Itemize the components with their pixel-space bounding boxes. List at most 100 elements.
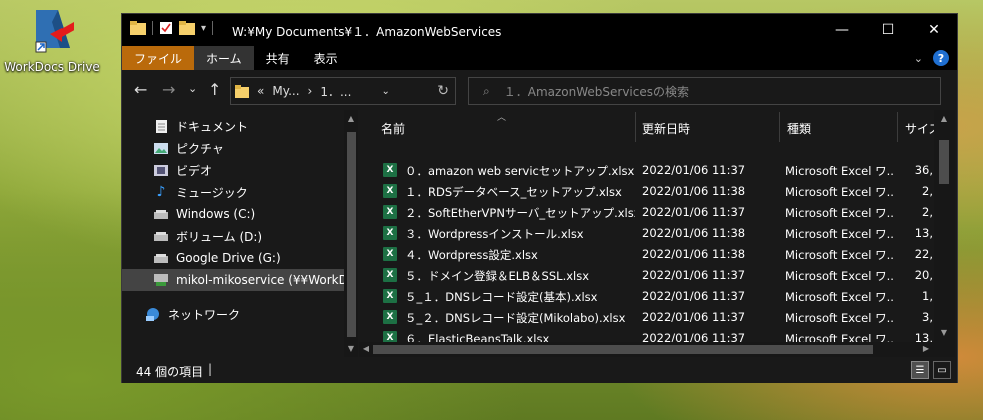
expand-ribbon-icon[interactable]: ⌄	[914, 52, 923, 65]
file-type: Microsoft Excel ワ...	[785, 185, 893, 199]
file-row[interactable]: X ３．Wordpressインストール.xlsx 2022/01/06 11:3…	[359, 223, 957, 244]
file-row[interactable]: X ０．amazon web servicセットアップ.xlsx 2022/01…	[359, 160, 957, 181]
toolbar-divider	[212, 21, 214, 35]
sidebar-item-videos[interactable]: ビデオ	[122, 159, 344, 181]
column-divider[interactable]	[897, 112, 898, 142]
pictures-icon	[154, 141, 168, 155]
file-row[interactable]: X ５_１．DNSレコード設定(基本).xlsx 2022/01/06 11:3…	[359, 286, 957, 307]
document-icon	[154, 119, 168, 133]
address-overflow[interactable]: «	[257, 84, 264, 98]
file-list: 名前 ︿ 更新日時 種類 サイズ X ０．amazon web servicセッ…	[359, 110, 957, 357]
details-view-icon[interactable]: ☰	[911, 361, 929, 379]
file-date: 2022/01/06 11:38	[642, 226, 746, 240]
sidebar-item-label: Google Drive (G:)	[176, 251, 281, 265]
sidebar-item-network[interactable]: ネットワーク	[122, 303, 344, 325]
drive-icon	[154, 207, 168, 221]
search-input[interactable]: １．AmazonWebServicesの検索	[504, 83, 689, 100]
minimize-button[interactable]: —	[819, 14, 865, 46]
refresh-icon[interactable]: ↻	[437, 83, 449, 99]
item-count: 44 個の項目	[136, 365, 204, 379]
file-name: ３．Wordpressインストール.xlsx	[405, 227, 584, 241]
close-button[interactable]: ✕	[911, 14, 957, 46]
file-type: Microsoft Excel ワ...	[785, 206, 893, 220]
sidebar-item-label: ネットワーク	[168, 307, 241, 322]
file-type: Microsoft Excel ワ...	[785, 290, 893, 304]
column-header-name[interactable]: 名前	[381, 120, 405, 137]
sidebar-item-label: mikol-mikoservice (¥¥WorkDocs	[176, 273, 344, 287]
scrollbar-thumb[interactable]	[939, 140, 949, 184]
sidebar-item-pictures[interactable]: ピクチャ	[122, 137, 344, 159]
sidebar-item-volume-d[interactable]: ボリューム (D:)	[122, 225, 344, 247]
scroll-left-arrow[interactable]: ◀	[359, 344, 373, 353]
column-divider[interactable]	[635, 112, 636, 142]
address-bar[interactable]: « My... › 1．... ⌄ ↻	[230, 77, 456, 105]
large-icons-view-icon[interactable]: ▭	[933, 361, 951, 379]
workdocs-drive-desktop-icon[interactable]: WorkDocs Drive	[4, 6, 100, 78]
sidebar-item-label: Windows (C:)	[176, 207, 256, 221]
scroll-down-arrow[interactable]: ▼	[937, 328, 951, 337]
new-folder-icon[interactable]	[179, 21, 195, 35]
sidebar-item-workdocs[interactable]: mikol-mikoservice (¥¥WorkDocs	[122, 269, 344, 291]
file-size: 13,	[914, 226, 933, 240]
search-box[interactable]: ⌕ １．AmazonWebServicesの検索	[468, 77, 941, 105]
sidebar-item-music[interactable]: ♪ ミュージック	[122, 181, 344, 203]
sort-ascending-icon: ︿	[497, 113, 507, 123]
window-title: W:¥My Documents¥１．AmazonWebServices	[232, 25, 502, 39]
scroll-up-arrow[interactable]: ▲	[344, 114, 358, 123]
file-name: ５．ドメイン登録＆ELB＆SSL.xlsx	[405, 269, 590, 283]
file-row[interactable]: X １．RDSデータベース_セットアップ.xlsx 2022/01/06 11:…	[359, 181, 957, 202]
tab-share[interactable]: 共有	[254, 46, 302, 70]
file-row[interactable]: X ４．Wordpress設定.xlsx 2022/01/06 11:38 Mi…	[359, 244, 957, 265]
file-date: 2022/01/06 11:37	[642, 268, 746, 282]
column-header-date[interactable]: 更新日時	[642, 120, 690, 137]
file-row[interactable]: X ５_２．DNSレコード設定(Mikolabo).xlsx 2022/01/0…	[359, 307, 957, 328]
network-drive-icon	[154, 273, 168, 287]
tab-home[interactable]: ホーム	[194, 46, 254, 70]
back-button[interactable]: ←	[134, 80, 147, 99]
column-header-type[interactable]: 種類	[787, 120, 811, 137]
file-size: 2,	[922, 184, 933, 198]
chevron-right-icon[interactable]: ›	[308, 84, 313, 98]
sidebar-item-documents[interactable]: ドキュメント	[122, 115, 344, 137]
column-divider[interactable]	[779, 112, 780, 142]
customize-toolbar-icon[interactable]: ▾	[201, 23, 206, 34]
scroll-down-arrow[interactable]: ▼	[344, 344, 358, 353]
excel-file-icon: X	[383, 268, 397, 282]
tab-view[interactable]: 表示	[302, 46, 350, 70]
scrollbar-thumb[interactable]	[347, 132, 356, 337]
address-segment-my-documents[interactable]: My...	[272, 84, 299, 98]
scrollbar-thumb[interactable]	[373, 345, 873, 354]
scroll-right-arrow[interactable]: ▶	[919, 344, 933, 353]
column-headers: 名前 ︿ 更新日時 種類 サイズ	[359, 110, 957, 146]
file-size: 20,	[914, 268, 933, 282]
title-bar[interactable]: ▾ W:¥My Documents¥１．AmazonWebServices — …	[122, 14, 957, 46]
quick-access-toolbar: ▾	[130, 21, 214, 35]
forward-button[interactable]: →	[162, 80, 175, 99]
sidebar-item-google-drive[interactable]: Google Drive (G:)	[122, 247, 344, 269]
navigation-pane-scrollbar[interactable]: ▲ ▼	[344, 110, 358, 357]
sidebar-item-label: ピクチャ	[176, 141, 224, 156]
excel-file-icon: X	[383, 163, 397, 177]
tab-file[interactable]: ファイル	[122, 46, 195, 70]
file-type: Microsoft Excel ワ...	[785, 164, 893, 178]
help-icon[interactable]: ?	[933, 50, 949, 66]
sidebar-item-label: ビデオ	[176, 163, 213, 178]
horizontal-scrollbar[interactable]: ◀ ▶	[359, 342, 935, 357]
scroll-up-arrow[interactable]: ▲	[937, 114, 951, 123]
file-row[interactable]: X ２．SoftEtherVPNサーバ_セットアップ.xlsx 2022/01/…	[359, 202, 957, 223]
sidebar-item-windows-c[interactable]: Windows (C:)	[122, 203, 344, 225]
address-segment-current[interactable]: 1．...	[320, 83, 351, 100]
file-name: ２．SoftEtherVPNサーバ_セットアップ.xlsx	[405, 206, 635, 220]
address-history-dropdown[interactable]: ⌄	[381, 86, 389, 97]
maximize-button[interactable]: ☐	[865, 14, 911, 46]
file-size: 22,	[914, 247, 933, 261]
excel-file-icon: X	[383, 310, 397, 324]
up-button[interactable]: ↑	[208, 80, 221, 99]
excel-file-icon: X	[383, 247, 397, 261]
file-list-scrollbar[interactable]: ▲ ▼	[934, 110, 955, 357]
properties-icon[interactable]	[159, 21, 173, 35]
recent-locations-button[interactable]: ⌄	[188, 82, 197, 95]
music-icon: ♪	[156, 184, 166, 200]
file-row[interactable]: X ５．ドメイン登録＆ELB＆SSL.xlsx 2022/01/06 11:37…	[359, 265, 957, 286]
file-type: Microsoft Excel ワ...	[785, 227, 893, 241]
